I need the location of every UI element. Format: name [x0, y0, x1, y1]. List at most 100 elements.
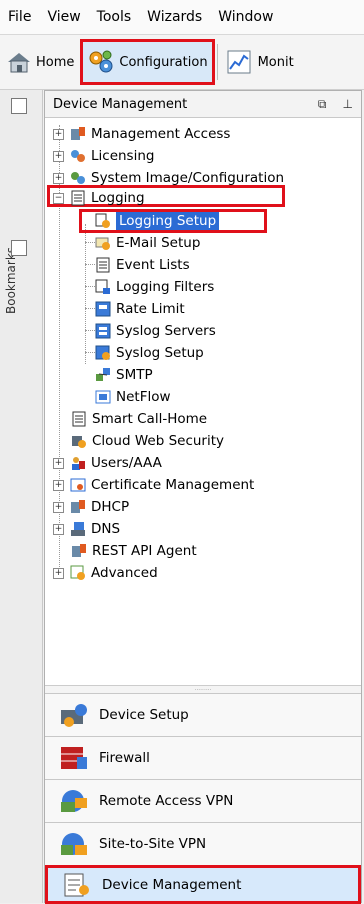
tree-item-label: Licensing — [91, 148, 155, 164]
dns-icon — [71, 522, 85, 536]
nav-site-to-site-vpn[interactable]: Site-to-Site VPN — [45, 822, 361, 865]
advanced-icon — [70, 565, 85, 580]
tree-connector — [85, 330, 95, 331]
management-access-icon — [71, 127, 85, 140]
tree-item-label: Users/AAA — [91, 455, 162, 471]
tree-connector — [85, 352, 95, 353]
syslog-setup-icon — [95, 345, 110, 360]
gears-icon — [89, 50, 113, 73]
tree-connector — [85, 264, 95, 265]
home-icon — [8, 53, 30, 73]
tree-item-event-lists[interactable]: Event Lists — [95, 254, 190, 276]
nav-remote-access-vpn[interactable]: Remote Access VPN — [45, 779, 361, 822]
expand-icon[interactable]: + — [53, 567, 64, 579]
panel-title: Device Management — [53, 96, 188, 112]
tree-item-advanced[interactable]: + Advanced — [53, 562, 158, 584]
tree-item-label: Cloud Web Security — [92, 433, 225, 449]
tree-item-label: Syslog Servers — [116, 323, 216, 339]
tree-item-rate-limit[interactable]: Rate Limit — [95, 298, 185, 320]
tree-item-smtp[interactable]: SMTP — [95, 364, 153, 386]
tree-item-certificate-management[interactable]: + Certificate Management — [53, 474, 254, 496]
expand-icon[interactable]: + — [53, 479, 64, 491]
device-management-panel: Device Management ⧉ ⊥ + Management Acces… — [44, 90, 362, 904]
tree-item-label: REST API Agent — [92, 543, 197, 559]
tree-item-label: E-Mail Setup — [116, 235, 201, 251]
licensing-icon — [71, 150, 85, 162]
users-aaa-icon — [72, 457, 85, 470]
menu-view[interactable]: View — [39, 9, 88, 25]
menu-tools[interactable]: Tools — [89, 9, 140, 25]
expand-icon[interactable]: + — [53, 523, 64, 535]
tree-item-email-setup[interactable]: E-Mail Setup — [95, 232, 200, 254]
tree-item-syslog-servers[interactable]: Syslog Servers — [95, 320, 216, 342]
tree-item-label: Rate Limit — [116, 301, 185, 317]
bookmarks-panel-icon[interactable] — [11, 98, 27, 114]
tree-item-label: Logging Filters — [116, 279, 215, 295]
tree-item-label: DHCP — [91, 499, 130, 515]
menu-window[interactable]: Window — [210, 9, 281, 25]
tree-item-syslog-setup[interactable]: Syslog Setup — [95, 342, 204, 364]
toolbar-separator — [216, 44, 218, 80]
dhcp-icon — [71, 500, 85, 513]
tree-item-label: System Image/Configuration — [91, 170, 285, 186]
event-lists-icon — [96, 257, 110, 273]
tree-item-logging-filters[interactable]: Logging Filters — [95, 276, 214, 298]
nav-firewall[interactable]: Firewall — [45, 736, 361, 779]
nav-label: Remote Access VPN — [99, 793, 234, 809]
configuration-button[interactable]: Configuration — [80, 39, 215, 85]
nav-label: Site-to-Site VPN — [99, 836, 207, 852]
tree-item-dns[interactable]: + DNS — [53, 518, 120, 540]
pin-icon[interactable]: ⊥ — [343, 97, 353, 111]
certificate-icon — [70, 478, 86, 492]
expand-icon[interactable]: + — [53, 150, 64, 162]
tree-item-label: Syslog Setup — [116, 345, 204, 361]
panel-header: Device Management ⧉ ⊥ — [45, 91, 361, 118]
tree-item-rest-api-agent[interactable]: REST API Agent — [71, 540, 197, 562]
tree-connector — [85, 242, 95, 243]
tree-item-dhcp[interactable]: + DHCP — [53, 496, 129, 518]
expand-icon[interactable]: + — [53, 501, 64, 513]
smart-call-home-icon — [72, 411, 86, 427]
menu-bar: File View Tools Wizards Window — [0, 0, 364, 35]
tree-item-label: Advanced — [91, 565, 158, 581]
menu-wizards[interactable]: Wizards — [139, 9, 210, 25]
tree-item-label: Certificate Management — [91, 477, 255, 493]
tree-item-label: Management Access — [91, 126, 231, 142]
expand-icon[interactable]: + — [53, 128, 64, 140]
rate-limit-icon — [95, 301, 111, 317]
menu-file[interactable]: File — [0, 9, 39, 25]
tree-item-licensing[interactable]: + Licensing — [53, 145, 154, 167]
logging-list-icon — [71, 190, 85, 206]
nav-device-setup[interactable]: Device Setup — [45, 693, 361, 736]
restore-icon[interactable]: ⧉ — [318, 97, 327, 111]
tree-item-cloud-web-security[interactable]: Cloud Web Security — [71, 430, 224, 452]
home-button[interactable]: Home — [2, 42, 78, 82]
tree-connector — [85, 224, 86, 364]
configuration-label: Configuration — [119, 54, 208, 70]
tree-item-label: Logging Setup — [116, 212, 220, 230]
tree-item-logging[interactable]: − Logging — [53, 187, 145, 209]
tree-item-label: NetFlow — [116, 389, 171, 405]
tree-item-users-aaa[interactable]: + Users/AAA — [53, 452, 162, 474]
system-image-icon — [71, 172, 85, 184]
monitoring-button[interactable]: Monit — [222, 42, 298, 82]
nav-label: Firewall — [99, 750, 150, 766]
toolbar: Home Configuration Monit — [0, 35, 364, 90]
tree-item-smart-call-home[interactable]: Smart Call-Home — [71, 408, 207, 430]
tree-item-management-access[interactable]: + Management Access — [53, 123, 230, 145]
tree-item-label: Smart Call-Home — [92, 411, 208, 427]
tree-item-netflow[interactable]: NetFlow — [95, 386, 171, 408]
logging-filters-icon — [95, 279, 110, 294]
tree-item-logging-setup[interactable]: Logging Setup — [95, 210, 220, 232]
monitoring-label: Monit — [257, 54, 294, 70]
logging-setup-icon — [95, 213, 110, 228]
expand-icon[interactable]: + — [53, 172, 64, 184]
expand-icon[interactable]: + — [53, 457, 64, 469]
nav-device-management[interactable]: Device Management — [45, 865, 361, 904]
remote-access-vpn-icon — [61, 790, 87, 812]
syslog-servers-icon — [95, 323, 111, 339]
bookmarks-list-icon[interactable] — [11, 240, 27, 256]
site-to-site-vpn-icon — [61, 833, 87, 855]
collapse-icon[interactable]: − — [53, 192, 64, 204]
device-management-icon — [64, 873, 89, 896]
